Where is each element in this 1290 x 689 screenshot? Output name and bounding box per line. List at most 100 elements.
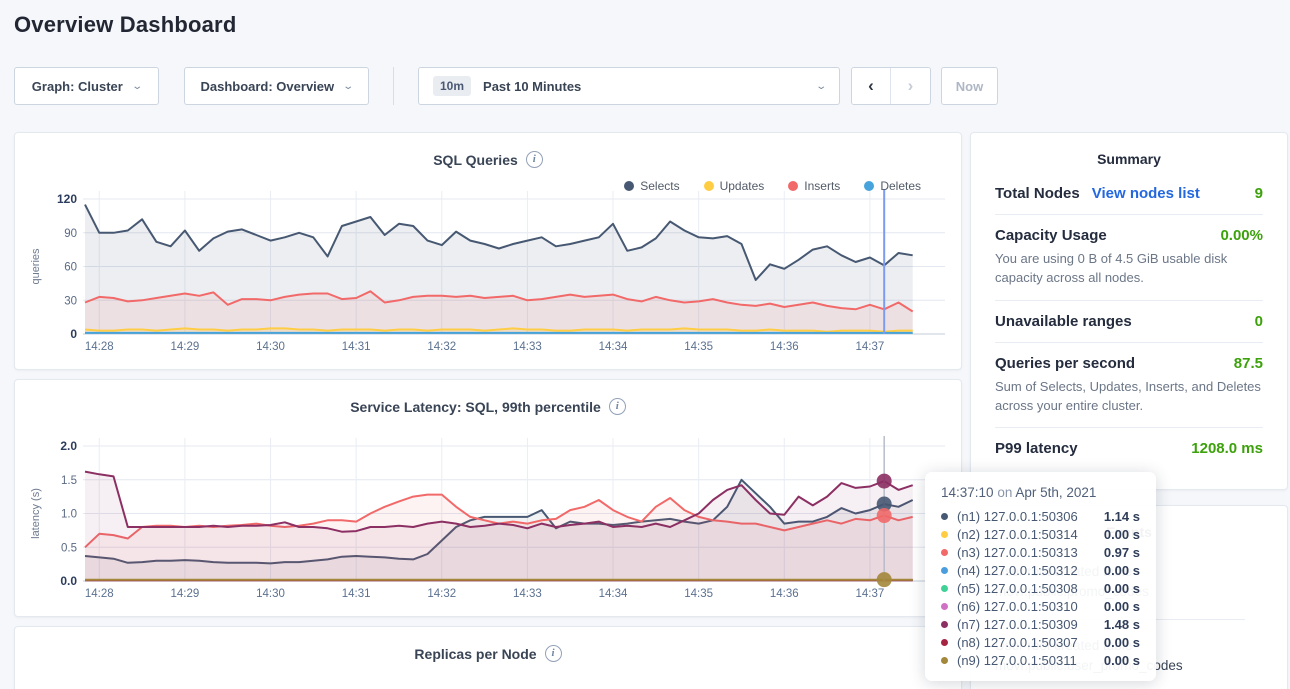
svg-text:14:33: 14:33 [513,341,542,353]
summary-row: Queries per second 87.5 Sum of Selects, Up… [995,342,1263,428]
summary-row-value: 9 [1255,185,1263,202]
svg-text:14:36: 14:36 [770,341,799,353]
summary-row-value: 0.00% [1220,227,1263,244]
summary-row: Unavailable ranges 0 [995,300,1263,342]
summary-row-value: 87.5 [1234,355,1263,372]
graph-dropdown[interactable]: Graph: Cluster ⌄ [14,67,159,105]
time-prev-button[interactable]: ‹ [852,68,891,104]
svg-text:14:31: 14:31 [342,588,371,600]
time-nav-group: ‹ › [851,67,931,105]
legend-item-inserts[interactable]: Inserts [788,179,840,193]
svg-text:14:30: 14:30 [256,341,285,353]
svg-text:latency (s): latency (s) [30,488,42,539]
sql-queries-chart-card: SQL Queries i Selects Updates Inserts Delete… [14,132,962,370]
events-title: Events [995,524,1263,540]
chart-title: Service Latency: SQL, 99th percentile [350,399,601,415]
legend-label: Deletes [880,179,921,193]
legend-label: Updates [720,179,765,193]
legend-item-selects[interactable]: Selects [624,179,679,193]
event-row[interactable]: User root created table movr.public.user… [995,620,1245,689]
svg-text:2.0: 2.0 [60,439,77,453]
svg-text:30: 30 [64,295,77,307]
svg-text:14:37: 14:37 [856,341,885,353]
svg-text:14:32: 14:32 [427,588,456,600]
summary-row-description: You are using 0 B of 4.5 GiB usable disk… [995,250,1263,288]
summary-panel: Summary Total Nodes View nodes list 9 Capac… [970,132,1288,490]
chart-title: Replicas per Node [414,646,536,662]
page-title: Overview Dashboard [14,12,236,38]
legend-label: Inserts [804,179,840,193]
svg-text:1.5: 1.5 [61,475,77,487]
legend-dot [704,181,714,191]
now-button[interactable]: Now [941,67,998,105]
summary-row-label: Queries per second [995,355,1135,372]
chart-title: SQL Queries [433,152,518,168]
dashboard-dropdown[interactable]: Dashboard: Overview ⌄ [184,67,369,105]
svg-text:14:36: 14:36 [770,588,799,600]
summary-title: Summary [995,151,1263,167]
svg-text:14:29: 14:29 [171,588,200,600]
svg-text:14:34: 14:34 [599,588,628,600]
service-latency-chart-card: Service Latency: SQL, 99th percentile i 0… [14,379,962,617]
chevron-down-icon: ⌄ [131,81,143,92]
time-range-badge: 10m [433,76,471,96]
now-button-label: Now [956,79,983,94]
time-next-button[interactable]: › [891,68,930,104]
svg-text:14:30: 14:30 [256,588,285,600]
svg-text:14:28: 14:28 [85,341,114,353]
toolbar-divider [393,67,394,105]
events-rows: User root created table movr.public.prom… [995,546,1263,689]
time-range-picker[interactable]: 10m Past 10 Minutes ⌄ [418,67,840,105]
summary-row-head: Total Nodes View nodes list 9 [995,185,1263,202]
legend-dot [788,181,798,191]
summary-row-head: Queries per second 87.5 [995,355,1263,372]
legend-item-updates[interactable]: Updates [704,179,765,193]
svg-text:14:37: 14:37 [856,588,885,600]
summary-row-label: Total Nodes [995,185,1080,202]
replicas-per-node-chart-card: Replicas per Node i [14,626,962,689]
summary-row-head: Unavailable ranges 0 [995,313,1263,330]
graph-dropdown-label: Graph: Cluster [32,79,123,94]
svg-text:0.0: 0.0 [60,574,77,588]
svg-text:14:33: 14:33 [513,588,542,600]
svg-text:queries: queries [30,248,42,285]
svg-text:14:28: 14:28 [85,588,114,600]
summary-row: Capacity Usage0.00% You are using 0 B of … [995,214,1263,300]
svg-text:0.5: 0.5 [61,542,77,554]
svg-text:1.0: 1.0 [61,509,77,521]
legend-item-deletes[interactable]: Deletes [864,179,921,193]
legend-dot [864,181,874,191]
summary-row-head: P99 latency1208.0 ms [995,440,1263,457]
svg-text:60: 60 [64,262,77,274]
svg-text:14:34: 14:34 [599,341,628,353]
summary-row: Total Nodes View nodes list 9 [995,173,1263,214]
summary-row: P99 latency1208.0 ms [995,427,1263,469]
summary-row-head: Capacity Usage0.00% [995,227,1263,244]
summary-rows: Total Nodes View nodes list 9 Capacity Usag… [995,173,1263,469]
svg-text:14:32: 14:32 [427,341,456,353]
info-icon[interactable]: i [545,645,562,662]
svg-text:120: 120 [57,192,77,206]
svg-text:14:31: 14:31 [342,341,371,353]
svg-text:14:35: 14:35 [684,341,713,353]
svg-text:14:35: 14:35 [684,588,713,600]
events-panel: Events User root created table movr.publ… [970,505,1288,689]
dashboard-dropdown-label: Dashboard: Overview [200,79,334,94]
chevron-down-icon: ⌄ [815,81,827,92]
time-range-label: Past 10 Minutes [483,79,581,94]
info-icon[interactable]: i [609,398,626,415]
legend-dot [624,181,634,191]
svg-text:0: 0 [70,327,77,341]
summary-row-description: Sum of Selects, Updates, Inserts, and De… [995,378,1263,416]
summary-row-value: 0 [1255,313,1263,330]
info-icon[interactable]: i [526,151,543,168]
svg-text:14:29: 14:29 [171,341,200,353]
summary-row-label: P99 latency [995,440,1078,457]
summary-row-label: Unavailable ranges [995,313,1132,330]
svg-text:90: 90 [64,228,77,240]
chevron-down-icon: ⌄ [342,81,354,92]
event-row[interactable]: User root created table movr.public.prom… [995,546,1245,620]
chart-legend: Selects Updates Inserts Deletes [624,179,921,193]
legend-label: Selects [640,179,679,193]
view-nodes-list-link[interactable]: View nodes list [1092,185,1200,202]
